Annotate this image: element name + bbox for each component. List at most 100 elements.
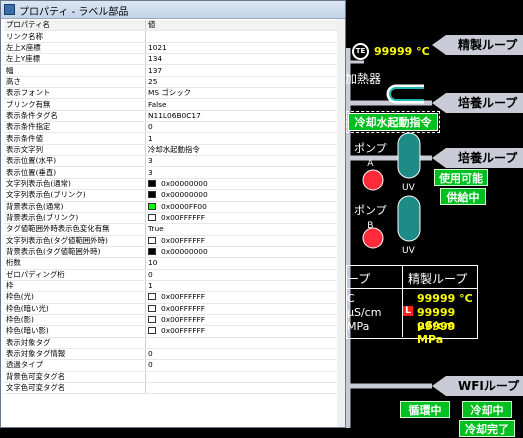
property-value[interactable]: 0x00FFFFFF <box>145 325 343 338</box>
property-value[interactable]: 0x00FFFFFF <box>145 291 343 304</box>
property-value-text: 0x00FFFFFF <box>161 315 205 325</box>
property-name: ブリンク有無 <box>4 98 146 111</box>
property-value[interactable]: 10 <box>145 257 343 270</box>
property-row[interactable]: 背景表示色(ブリンク) 0x00FFFFFF <box>4 212 343 225</box>
te-value: 99999 °C <box>374 45 430 58</box>
property-row[interactable]: 透過タイプ 0 <box>4 359 343 372</box>
property-window[interactable]: プロパティ - ラベル部品 プロパティ名 値 リンク名称 左上X座標 1021 左上Y… <box>0 0 346 428</box>
property-row[interactable]: 表示条件タグ名 N11L06B0C17 <box>4 110 343 123</box>
loop-values-table: ープ 精製ループ C μS/cm MPa L 99999 °C 99999 μS… <box>346 265 478 346</box>
property-row[interactable]: タグ値範囲外時表示色変化有無 True <box>4 223 343 236</box>
property-name: 背景色可変タグ名 <box>4 371 146 384</box>
color-swatch <box>148 214 156 222</box>
property-value[interactable]: 0 <box>145 348 343 361</box>
property-row[interactable]: リンク名称 <box>4 30 343 43</box>
pump-b-label: ポンプ B <box>354 204 387 231</box>
property-value[interactable]: 0x00000000 <box>145 178 343 191</box>
table-left-header: ープ <box>347 272 371 286</box>
property-value[interactable]: 0x00000000 <box>145 246 343 259</box>
heater-label: 加熱器 <box>345 72 382 86</box>
property-value[interactable]: 0x00000000 <box>145 189 343 202</box>
property-value[interactable] <box>145 382 343 395</box>
property-name: 透過タイプ <box>4 359 146 372</box>
grid-header-row: プロパティ名 値 <box>4 20 343 32</box>
property-value[interactable]: 1021 <box>145 42 343 55</box>
property-row[interactable]: 幅 137 <box>4 64 343 77</box>
property-value[interactable] <box>145 30 343 43</box>
color-swatch <box>148 236 156 244</box>
property-name: 表示文字列 <box>4 144 146 157</box>
property-name: 枠色(光) <box>4 291 146 304</box>
color-swatch <box>148 248 156 256</box>
te-sensor-icon[interactable]: TE <box>352 43 369 60</box>
property-value[interactable]: 0 <box>145 121 343 134</box>
property-value[interactable]: 1 <box>145 132 343 145</box>
property-value[interactable]: 3 <box>145 166 343 179</box>
property-value[interactable]: N11L06B0C17 <box>145 110 343 123</box>
property-value[interactable]: 0 <box>145 359 343 372</box>
property-row[interactable]: 文字列表示色(通常) 0x00000000 <box>4 178 343 191</box>
property-value[interactable] <box>145 371 343 384</box>
property-value-text: 0x00FFFFFF <box>161 292 205 302</box>
property-value[interactable]: 0 <box>145 269 343 281</box>
property-row[interactable]: ゼロパディング桁 0 <box>4 269 343 281</box>
cooling-done-button[interactable]: 冷却完了 <box>459 420 515 437</box>
color-swatch <box>148 304 156 312</box>
property-value[interactable]: 冷却水起動指令 <box>145 144 343 157</box>
cooling-button[interactable]: 冷却中 <box>462 401 512 418</box>
property-row[interactable]: 表示条件指定 0 <box>4 121 343 134</box>
property-value[interactable] <box>145 337 343 349</box>
property-row[interactable]: 表示条件値 1 <box>4 132 343 145</box>
property-row[interactable]: 背景表示色(タグ値範囲外時) 0x00000000 <box>4 246 343 259</box>
property-row[interactable]: 表示位置(水平) 3 <box>4 155 343 168</box>
property-value[interactable]: True <box>145 223 343 236</box>
property-value[interactable]: 134 <box>145 53 343 66</box>
property-value[interactable]: 0x00FFFFFF <box>145 314 343 327</box>
property-row[interactable]: 背景表示色(通常) 0x0000FF00 <box>4 201 343 213</box>
color-swatch <box>148 327 156 335</box>
property-name: 枠色(暗い影) <box>4 325 146 338</box>
status-supplying[interactable]: 供給中 <box>440 188 486 205</box>
window-titlebar[interactable]: プロパティ - ラベル部品 <box>1 1 345 19</box>
property-row[interactable]: 表示文字列 冷却水起動指令 <box>4 144 343 157</box>
status-usable[interactable]: 使用可能 <box>434 169 488 186</box>
left-unit-2: μS/cm <box>347 306 382 319</box>
property-value[interactable]: 137 <box>145 64 343 77</box>
table-right-header: 精製ループ <box>408 272 468 286</box>
property-row[interactable]: 枠色(暗い影) 0x00FFFFFF <box>4 325 343 338</box>
property-row[interactable]: 背景色可変タグ名 <box>4 371 343 384</box>
property-name: 左上X座標 <box>4 42 146 55</box>
vertical-scrollbar[interactable] <box>337 19 345 427</box>
property-row[interactable]: 枠1 <box>4 280 343 293</box>
property-row[interactable]: 文字色可変タグ名 <box>4 382 343 395</box>
property-value[interactable]: 25 <box>145 76 343 89</box>
property-name: 表示条件値 <box>4 132 146 145</box>
property-row[interactable]: 桁数 10 <box>4 257 343 270</box>
property-row[interactable]: 枠色(暗い光) 0x00FFFFFF <box>4 303 343 315</box>
property-value[interactable]: MS ゴシック <box>145 87 343 100</box>
property-row[interactable]: 表示対象タグ <box>4 337 343 349</box>
property-value-text: 0x00000000 <box>161 247 208 257</box>
property-value[interactable]: 3 <box>145 155 343 168</box>
property-value[interactable]: False <box>145 98 343 111</box>
circulating-button[interactable]: 循環中 <box>400 401 450 418</box>
cooling-command-label[interactable]: 冷却水起動指令 <box>346 111 440 133</box>
uv-a-label: UV <box>402 183 415 193</box>
property-row[interactable]: 高さ 25 <box>4 76 343 89</box>
property-value[interactable]: 0x00FFFFFF <box>145 212 343 225</box>
property-row[interactable]: 表示対象タグ情報 0 <box>4 348 343 361</box>
property-name: 文字列表示色(ブリンク) <box>4 189 146 202</box>
property-value[interactable]: 1 <box>145 280 343 293</box>
property-row[interactable]: 表示フォント MS ゴシック <box>4 87 343 100</box>
property-row[interactable]: 枠色(影) 0x00FFFFFF <box>4 314 343 327</box>
property-value[interactable]: 0x00FFFFFF <box>145 235 343 247</box>
property-row[interactable]: 左上X座標 1021 <box>4 42 343 55</box>
property-row[interactable]: 文字列表示色(タグ値範囲外時) 0x00FFFFFF <box>4 235 343 247</box>
property-row[interactable]: 文字列表示色(ブリンク) 0x00000000 <box>4 189 343 202</box>
property-value[interactable]: 0x00FFFFFF <box>145 303 343 315</box>
property-value[interactable]: 0x0000FF00 <box>145 201 343 213</box>
property-row[interactable]: ブリンク有無 False <box>4 98 343 111</box>
property-row[interactable]: 枠色(光) 0x00FFFFFF <box>4 291 343 304</box>
property-row[interactable]: 表示位置(垂直) 3 <box>4 166 343 179</box>
property-row[interactable]: 左上Y座標 134 <box>4 53 343 66</box>
